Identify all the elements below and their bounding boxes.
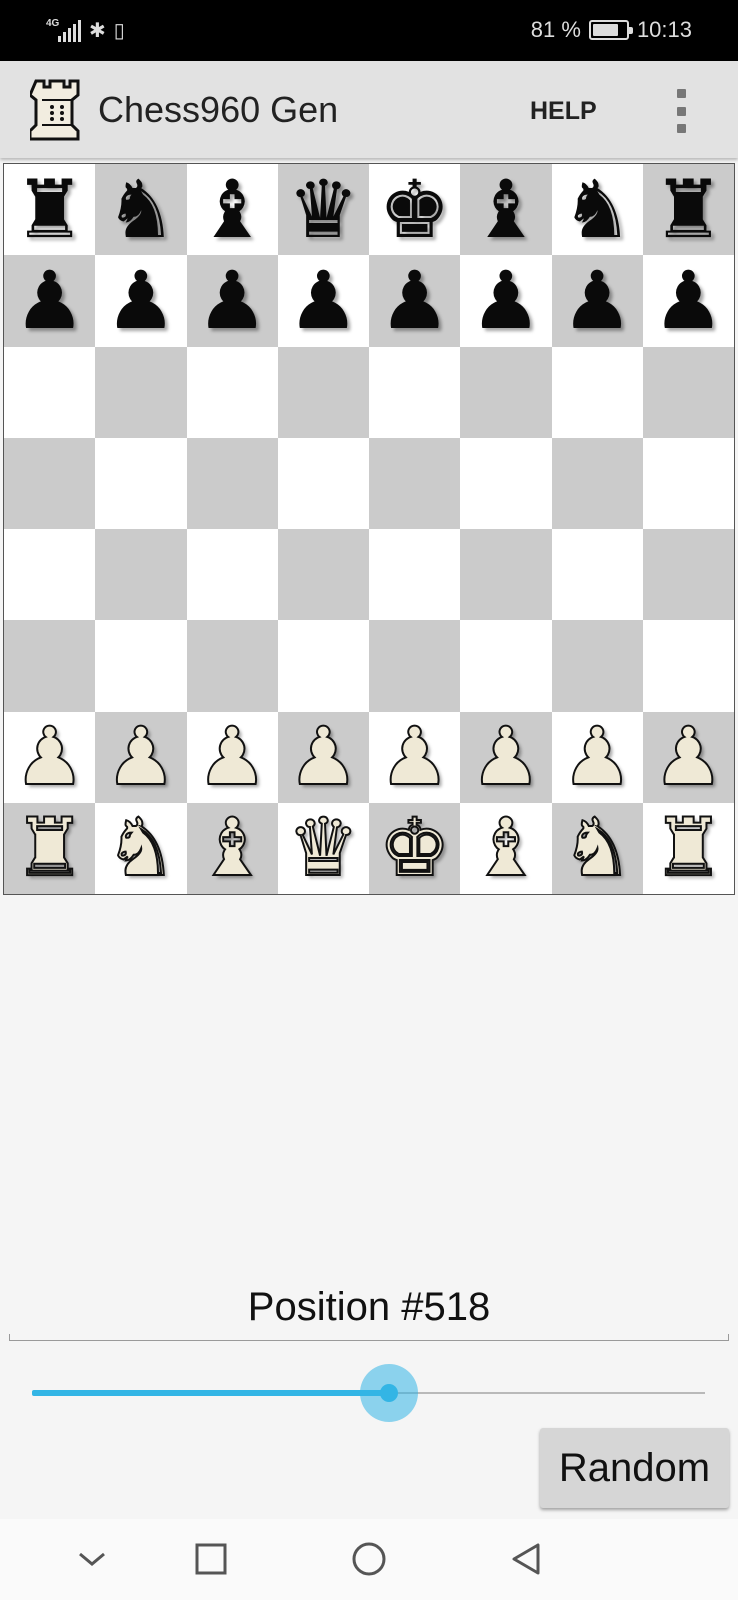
- navigation-bar: [0, 1519, 738, 1600]
- white-pawn-piece: ♟: [369, 711, 461, 803]
- board-square: [369, 346, 461, 438]
- board-square: [4, 437, 96, 529]
- board-square: [186, 529, 278, 621]
- vibrate-icon: ▯: [113, 20, 125, 42]
- network-type: 4G: [46, 18, 60, 29]
- board-square: [642, 529, 734, 621]
- white-pawn-piece: ♟: [460, 711, 552, 803]
- board-square: [277, 529, 369, 621]
- black-pawn-piece: ♟: [95, 255, 187, 347]
- chess-board: ♜ ♞ ♝ ♛ ♚ ♝ ♞ ♜ ♟ ♟ ♟ ♟ ♟ ♟ ♟ ♟ ♟ ♟ ♟ ♟ ♟ ♟ ♟ ♟ ♜ ♞ ♝ ♛ ♚ ♝ ♞ ♜: [3, 163, 735, 895]
- white-rook-piece: ♜: [642, 802, 734, 894]
- board-square: [460, 620, 552, 712]
- black-rook-piece: ♜: [642, 164, 734, 256]
- home-circle-icon[interactable]: [347, 1537, 391, 1581]
- board-square: [642, 620, 734, 712]
- white-queen-piece: ♛: [277, 802, 369, 894]
- board-square: [369, 620, 461, 712]
- slider-thumb[interactable]: [379, 1384, 398, 1402]
- more-vert-icon[interactable]: [666, 87, 696, 135]
- board-square: [460, 529, 552, 621]
- help-button[interactable]: HELP: [514, 91, 613, 131]
- black-knight-piece: ♞: [551, 164, 643, 256]
- random-button[interactable]: Random: [540, 1428, 729, 1508]
- position-slider[interactable]: [32, 1364, 705, 1422]
- board-square: [186, 346, 278, 438]
- slider-progress: [32, 1390, 389, 1396]
- white-bishop-piece: ♝: [460, 802, 552, 894]
- board-square: [551, 529, 643, 621]
- white-pawn-piece: ♟: [551, 711, 643, 803]
- white-pawn-piece: ♟: [186, 711, 278, 803]
- white-king-piece: ♚: [369, 802, 461, 894]
- back-triangle-icon[interactable]: [504, 1537, 548, 1581]
- clock: 10:13: [636, 17, 692, 42]
- white-pawn-piece: ♟: [277, 711, 369, 803]
- black-pawn-piece: ♟: [642, 255, 734, 347]
- black-pawn-piece: ♟: [551, 255, 643, 347]
- white-pawn-piece: ♟: [95, 711, 187, 803]
- black-rook-piece: ♜: [4, 164, 96, 256]
- board-square: [551, 437, 643, 529]
- app-title: Chess960 Gen: [98, 89, 339, 130]
- white-knight-piece: ♞: [551, 802, 643, 894]
- board-square: [460, 346, 552, 438]
- white-rook-piece: ♜: [4, 802, 96, 894]
- board-square: [4, 346, 96, 438]
- board-square: [277, 620, 369, 712]
- board-square: [642, 346, 734, 438]
- black-bishop-piece: ♝: [186, 164, 278, 256]
- signal-icon: 4G: [46, 18, 81, 42]
- battery-icon: [588, 20, 633, 40]
- bluetooth-icon: ✱: [89, 20, 106, 42]
- board-square: [95, 529, 187, 621]
- board-square: [95, 437, 187, 529]
- label-underline: [9, 1334, 729, 1341]
- board-square: [277, 437, 369, 529]
- black-pawn-piece: ♟: [460, 255, 552, 347]
- black-pawn-piece: ♟: [4, 255, 96, 347]
- board-square: [642, 437, 734, 529]
- black-bishop-piece: ♝: [460, 164, 552, 256]
- board-square: [551, 620, 643, 712]
- status-icons-left: 4G ✱ ▯: [46, 18, 125, 44]
- board-square: [186, 620, 278, 712]
- board-square: [369, 529, 461, 621]
- black-pawn-piece: ♟: [186, 255, 278, 347]
- board-square: [551, 346, 643, 438]
- board-square: [4, 620, 96, 712]
- board-square: [95, 346, 187, 438]
- black-king-piece: ♚: [369, 164, 461, 256]
- chevron-down-icon[interactable]: [70, 1537, 114, 1581]
- app-bar: Chess960 Gen HELP: [0, 61, 738, 158]
- white-knight-piece: ♞: [95, 802, 187, 894]
- black-pawn-piece: ♟: [369, 255, 461, 347]
- white-pawn-piece: ♟: [4, 711, 96, 803]
- status-bar: 4G ✱ ▯ 81 % 10:13: [0, 0, 738, 61]
- board-square: [186, 437, 278, 529]
- rook-icon: [30, 79, 80, 141]
- board-square: [95, 620, 187, 712]
- black-pawn-piece: ♟: [277, 255, 369, 347]
- board-square: [369, 437, 461, 529]
- board-square: [460, 437, 552, 529]
- board-square: [277, 346, 369, 438]
- battery-percent: 81 %: [530, 17, 581, 42]
- position-label: Position #518: [247, 1285, 491, 1329]
- status-icons-right: 81 % 10:13: [531, 17, 692, 43]
- black-queen-piece: ♛: [277, 164, 369, 256]
- white-pawn-piece: ♟: [642, 711, 734, 803]
- board-square: [4, 529, 96, 621]
- black-knight-piece: ♞: [95, 164, 187, 256]
- white-bishop-piece: ♝: [186, 802, 278, 894]
- recents-square-icon[interactable]: [189, 1537, 233, 1581]
